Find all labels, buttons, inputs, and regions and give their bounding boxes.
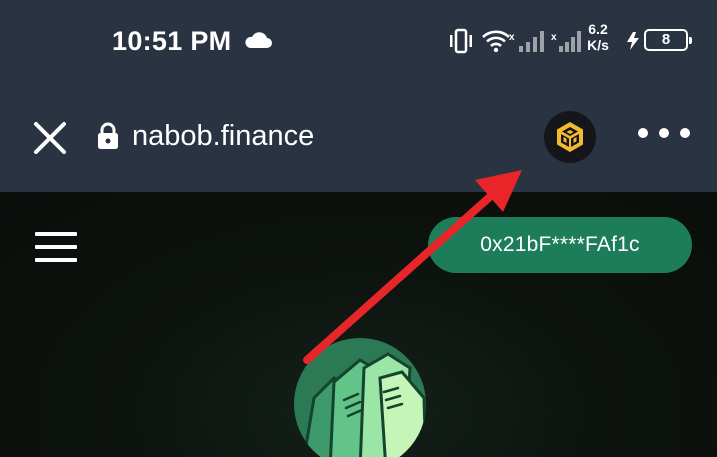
- signal-icon: x: [509, 31, 544, 52]
- cloud-icon: [245, 32, 272, 48]
- svg-text:x: x: [551, 32, 557, 43]
- lock-icon: [98, 122, 118, 149]
- url-text[interactable]: nabob.finance: [132, 120, 314, 153]
- signal-icon: x: [551, 31, 581, 52]
- browser-chrome: 10:51 PM x x 6.2 K/s 8 nabob.finance: [0, 0, 717, 192]
- svg-text:x: x: [509, 32, 515, 43]
- wifi-icon: [482, 30, 510, 53]
- battery-level: 8: [661, 31, 671, 48]
- network-speed-value: 6.2: [588, 21, 608, 37]
- vibrate-icon: [450, 28, 472, 54]
- network-speed-unit: K/s: [587, 37, 609, 53]
- status-time: 10:51 PM: [112, 26, 232, 56]
- status-bar: 10:51 PM x x 6.2 K/s 8: [0, 0, 717, 80]
- bnb-network-button[interactable]: [544, 111, 596, 163]
- close-icon[interactable]: [32, 120, 68, 156]
- charging-icon: [627, 32, 639, 50]
- nabob-logo[interactable]: [294, 338, 426, 457]
- browser-toolbar: nabob.finance: [0, 96, 717, 176]
- hamburger-icon[interactable]: [35, 232, 77, 262]
- wallet-address-button[interactable]: 0x21bF****FAf1c: [428, 217, 692, 273]
- page-content: 0x21bF****FAf1c: [0, 192, 717, 457]
- battery-icon: 8: [644, 29, 692, 51]
- bnb-icon: [557, 122, 583, 152]
- network-speed: 6.2 K/s: [584, 21, 612, 53]
- more-icon[interactable]: [636, 126, 692, 140]
